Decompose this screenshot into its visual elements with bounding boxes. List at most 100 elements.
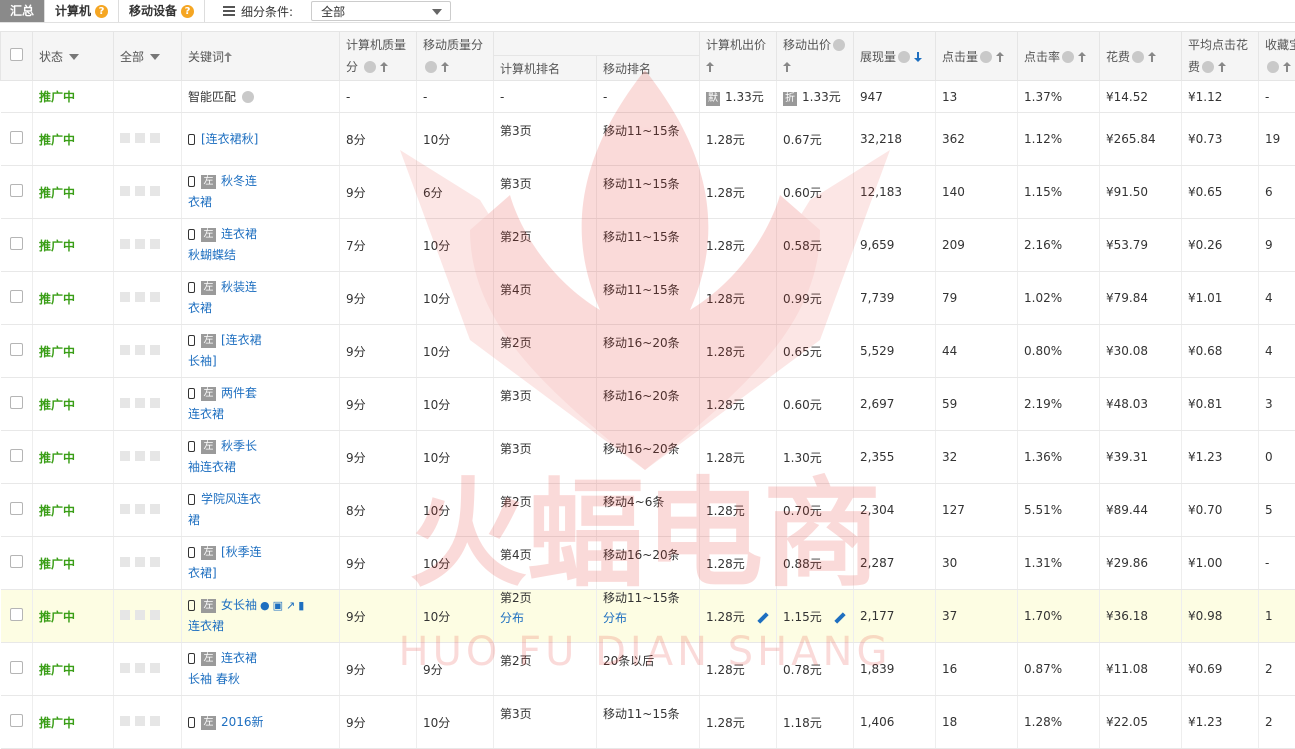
keyword-line1[interactable]: 两件套 <box>221 386 257 400</box>
keyword-line1[interactable]: 秋装连 <box>221 280 257 294</box>
header-keyword[interactable]: 关键词 <box>182 32 340 81</box>
table-row[interactable]: 推广中左秋冬连衣裙9分6分第3页移动11~15条1.28元0.60元12,183… <box>1 166 1295 219</box>
copy-icon[interactable]: ▣ <box>273 599 283 612</box>
keyword-cell[interactable]: 左两件套连衣裙 <box>182 378 340 431</box>
mob-bid-cell[interactable]: 0.60元 <box>777 378 854 431</box>
sort-icon[interactable] <box>441 62 449 72</box>
table-row[interactable]: 推广中左女长袖●▣↗▮连衣裙9分10分第2页分布移动11~15条分布1.28元1… <box>1 590 1295 643</box>
keyword-line2[interactable]: 衣裙] <box>188 566 217 580</box>
help-icon[interactable] <box>1062 51 1074 63</box>
edit-icon[interactable] <box>834 612 845 623</box>
keyword-cell[interactable]: 左秋季长袖连衣裙 <box>182 431 340 484</box>
row-checkbox[interactable] <box>10 608 23 621</box>
help-icon[interactable] <box>1267 61 1279 73</box>
keyword-line1[interactable]: 2016新 <box>221 715 264 729</box>
header-mob-quality[interactable]: 移动质量分 <box>417 32 494 81</box>
keyword-line2[interactable]: 连衣裙 <box>188 407 224 421</box>
help-icon[interactable] <box>833 39 845 51</box>
table-row[interactable]: 推广中左秋季长袖连衣裙9分10分第3页移动16~20条1.28元1.30元2,3… <box>1 431 1295 484</box>
help-icon[interactable] <box>898 51 910 63</box>
table-row[interactable]: 推广中左2016新9分10分第3页移动11~15条1.28元1.18元1,406… <box>1 696 1295 749</box>
row-checkbox[interactable] <box>10 290 23 303</box>
keyword-line2[interactable]: 衣裙 <box>188 195 212 209</box>
row-checkbox[interactable] <box>10 131 23 144</box>
sort-icon[interactable] <box>224 52 232 62</box>
keyword-line1[interactable]: 连衣裙 <box>221 227 257 241</box>
keyword-line1[interactable]: 连衣裙 <box>221 651 257 665</box>
keyword-cell[interactable]: 左秋装连衣裙 <box>182 272 340 325</box>
edit-icon[interactable] <box>757 612 768 623</box>
keyword-line2[interactable]: 裙 <box>188 513 200 527</box>
tab-summary[interactable]: 汇总 <box>0 0 45 22</box>
keyword-line2[interactable]: 长袖 春秋 <box>188 672 240 686</box>
mob-bid-cell[interactable]: 1.15元 <box>777 590 854 643</box>
table-row[interactable]: 推广中左两件套连衣裙9分10分第3页移动16~20条1.28元0.60元2,69… <box>1 378 1295 431</box>
mob-bid-cell[interactable]: 1.18元 <box>777 696 854 749</box>
mob-bid-cell[interactable]: 0.58元 <box>777 219 854 272</box>
keyword-line2[interactable]: 秋蝴蝶结 <box>188 248 236 262</box>
keyword-line1[interactable]: 女长袖 <box>221 598 257 612</box>
globe-icon[interactable]: ● <box>260 599 270 612</box>
row-checkbox[interactable] <box>10 714 23 727</box>
row-checkbox[interactable] <box>10 343 23 356</box>
sort-icon[interactable] <box>1283 62 1291 72</box>
header-all[interactable]: 全部 <box>114 32 182 81</box>
pc-bid-cell[interactable]: 1.28元 <box>700 325 777 378</box>
row-checkbox[interactable] <box>10 661 23 674</box>
select-all-checkbox[interactable] <box>10 48 23 61</box>
help-icon[interactable] <box>1132 51 1144 63</box>
sort-icon[interactable] <box>996 52 1004 62</box>
chevron-down-icon[interactable] <box>150 54 160 60</box>
filter-select[interactable]: 全部 <box>311 1 451 21</box>
header-select-all[interactable] <box>1 32 33 81</box>
table-row[interactable]: 推广中左连衣裙秋蝴蝶结7分10分第2页移动11~15条1.28元0.58元9,6… <box>1 219 1295 272</box>
table-row[interactable]: 推广中左连衣裙长袖 春秋9分9分第2页20条以后1.28元0.78元1,8391… <box>1 643 1295 696</box>
pc-bid-cell[interactable]: 1.28元 <box>700 378 777 431</box>
keyword-cell[interactable]: 左2016新 <box>182 696 340 749</box>
keyword-cell[interactable]: 左[秋季连衣裙] <box>182 537 340 590</box>
keyword-line2[interactable]: 长袖] <box>188 354 217 368</box>
keyword-cell[interactable]: [连衣裙秋] <box>182 113 340 166</box>
header-status[interactable]: 状态 <box>33 32 114 81</box>
sort-icon[interactable] <box>706 62 714 72</box>
keyword-cell[interactable]: 左[连衣裙长袖] <box>182 325 340 378</box>
sort-icon[interactable] <box>380 62 388 72</box>
keyword-line1[interactable]: [秋季连 <box>221 545 262 559</box>
sort-icon[interactable] <box>1148 52 1156 62</box>
table-row[interactable]: 推广中左秋装连衣裙9分10分第4页移动11~15条1.28元0.99元7,739… <box>1 272 1295 325</box>
mob-bid-cell[interactable]: 0.60元 <box>777 166 854 219</box>
help-icon[interactable] <box>242 91 254 103</box>
table-row[interactable]: 推广中左[连衣裙长袖]9分10分第2页移动16~20条1.28元0.65元5,5… <box>1 325 1295 378</box>
pc-bid-cell[interactable]: 1.28元 <box>700 431 777 484</box>
row-checkbox[interactable] <box>10 237 23 250</box>
row-checkbox[interactable] <box>10 396 23 409</box>
chart-icon[interactable]: ↗ <box>286 599 295 612</box>
tab-mobile[interactable]: 移动设备? <box>119 0 205 22</box>
pc-bid-cell[interactable]: 1.28元 <box>700 537 777 590</box>
keyword-line1[interactable]: 秋冬连 <box>221 174 257 188</box>
keyword-line1[interactable]: [连衣裙秋] <box>201 132 258 146</box>
keyword-cell[interactable]: 学院风连衣裙 <box>182 484 340 537</box>
row-checkbox[interactable] <box>10 184 23 197</box>
help-icon[interactable]: ? <box>95 5 108 18</box>
sort-desc-icon[interactable] <box>914 52 922 62</box>
header-avg-cpc[interactable]: 平均点击花费 <box>1182 32 1259 81</box>
keyword-line1[interactable]: 学院风连衣 <box>201 492 261 506</box>
help-icon[interactable] <box>425 61 437 73</box>
header-pc-bid[interactable]: 计算机出价 <box>700 32 777 81</box>
pc-bid-cell[interactable]: 1.28元 <box>700 696 777 749</box>
header-pc-quality[interactable]: 计算机质量分 <box>340 32 417 81</box>
keyword-line1[interactable]: 秋季长 <box>221 439 257 453</box>
row-checkbox[interactable] <box>10 555 23 568</box>
distribution-link[interactable]: 分布 <box>603 611 627 625</box>
keyword-line2[interactable]: 袖连衣裙 <box>188 460 236 474</box>
mob-bid-cell[interactable]: 0.65元 <box>777 325 854 378</box>
header-ctr[interactable]: 点击率 <box>1018 32 1100 81</box>
mob-bid-cell[interactable]: 0.99元 <box>777 272 854 325</box>
keyword-cell[interactable]: 左连衣裙长袖 春秋 <box>182 643 340 696</box>
tab-pc[interactable]: 计算机? <box>45 0 119 22</box>
pc-bid-cell[interactable]: 1.28元 <box>700 113 777 166</box>
pc-bid-cell[interactable]: 1.28元 <box>700 484 777 537</box>
pc-bid-cell[interactable]: 1.28元 <box>700 166 777 219</box>
table-row[interactable]: 推广中左[秋季连衣裙]9分10分第4页移动16~20条1.28元0.88元2,2… <box>1 537 1295 590</box>
